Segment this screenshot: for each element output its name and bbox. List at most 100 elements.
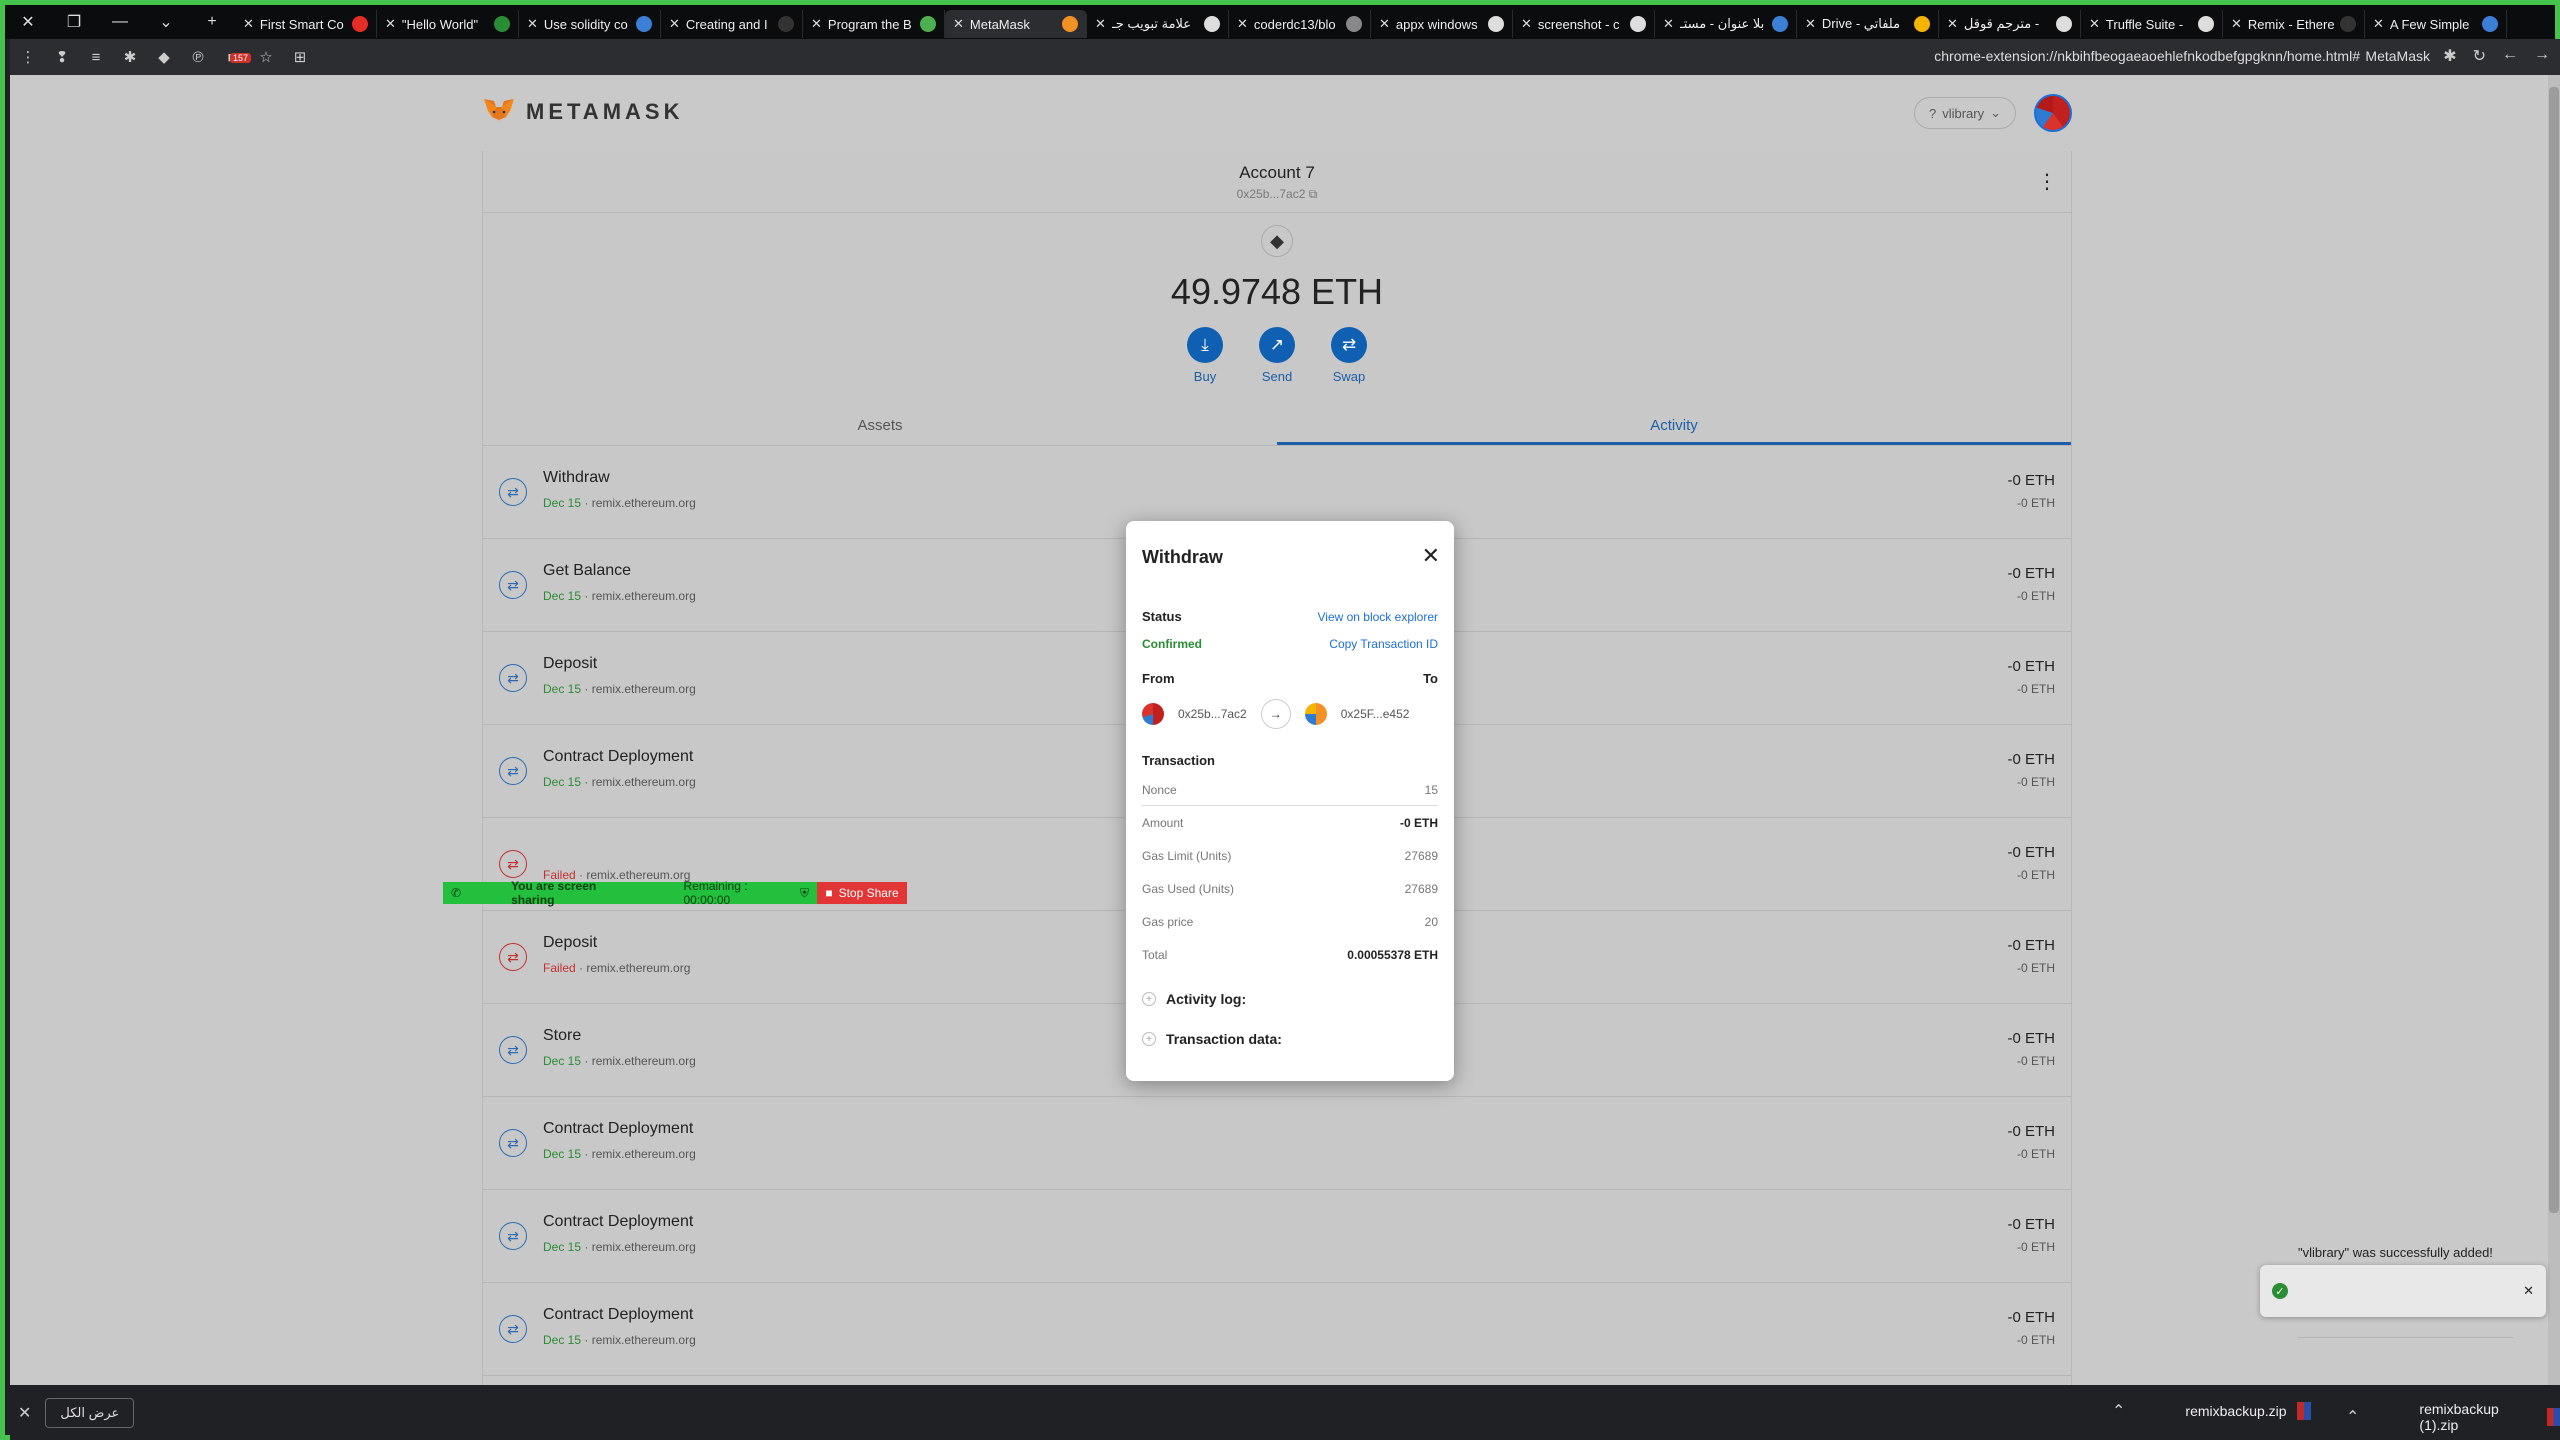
close-icon[interactable]: ✕ [18,1403,31,1423]
stop-share-button[interactable]: ■ Stop Share [817,882,907,904]
swap-icon: ⇄ [499,571,527,599]
bookmark-star-icon[interactable]: ☆ [256,47,276,67]
account-name[interactable]: Account 7 [483,151,2071,183]
screen-share-bar: ✆ You are screen sharing Remaining : 00:… [443,879,907,907]
transaction-data-toggle[interactable]: + Transaction data: [1142,1031,1282,1047]
send-button[interactable]: ↗ Send [1259,327,1295,384]
browser-tab[interactable]: ✕ MetaMask [945,10,1087,38]
tx-title: Deposit [543,934,598,951]
view-on-explorer-link[interactable]: View on block explorer [1317,610,1438,624]
browser-tab[interactable]: ✕ screenshot - c [1513,10,1655,38]
account-options-icon[interactable]: ⋮ [2037,169,2057,194]
activity-log-toggle[interactable]: + Activity log: [1142,991,1246,1007]
amount-value: -0 ETH [1399,816,1438,830]
close-tab-icon[interactable]: ✕ [2373,16,2384,32]
from-address[interactable]: 0x25b...7ac2 [1178,707,1247,721]
favicon-icon [1204,16,1220,32]
tab-activity[interactable]: Activity [1277,406,2071,445]
forward-icon[interactable]: → [2534,46,2550,66]
buy-button[interactable]: ⤓ Buy [1187,327,1223,384]
close-icon[interactable]: ✕ [1422,543,1440,569]
account-address[interactable]: 0x25b...7ac2 ⧉ [483,187,2071,202]
browser-tab[interactable]: ✕ Truffle Suite - [2081,10,2223,38]
swap-button[interactable]: ⇄ Swap [1331,327,1367,384]
close-tab-icon[interactable]: ✕ [953,16,964,32]
chevron-up-icon[interactable]: ⌃ [2346,1407,2359,1427]
copy-icon[interactable]: ⧉ [1309,187,1318,201]
network-selector[interactable]: ? vlibrary ⌄ [1914,97,2016,129]
browser-tab[interactable]: ✕ Drive - ملفاتي [1797,10,1939,38]
list-item[interactable]: ⇄ Contract Deployment Dec 15 · remix.ether… [483,1097,2071,1190]
scroll-thumb[interactable] [2549,87,2559,1213]
tx-title: Contract Deployment [543,1213,694,1230]
back-icon[interactable]: ← [2502,46,2518,66]
address-bar[interactable]: chrome-extension://nkbihfbeogaeaoehlefnk… [1934,48,2360,64]
swap-icon: ⇄ [499,664,527,692]
close-tab-icon[interactable]: ✕ [2231,16,2242,32]
tab-assets[interactable]: Assets [483,406,1277,445]
list-item[interactable]: ⇄ Contract Deployment Dec 15 · remix.ether… [483,1283,2071,1376]
close-tab-icon[interactable]: ✕ [2089,16,2100,32]
plus-icon: + [1142,992,1156,1006]
ethereum-icon: ◆ [1261,225,1293,257]
to-address[interactable]: 0x25F...e452 [1341,707,1410,721]
reading-list-icon[interactable]: ≡ [86,47,106,67]
close-tab-icon[interactable]: ✕ [1379,16,1390,32]
list-item[interactable]: ⇄ Contract Deployment Dec 15 · remix.ether… [483,1190,2071,1283]
browser-tab[interactable]: ✕ علامة تبويب جـ [1087,10,1229,38]
close-tab-icon[interactable]: ✕ [1521,16,1532,32]
chevron-up-icon[interactable]: ⌃ [2112,1401,2125,1421]
page-scrollbar[interactable] [2548,75,2560,1385]
download-item[interactable]: ⌃ remixbackup.zip [2112,1401,2311,1421]
close-tab-icon[interactable]: ✕ [385,16,396,32]
browser-tab[interactable]: ✕ بلا عنوان - مستـ [1655,10,1797,38]
close-tab-icon[interactable]: ✕ [811,16,822,32]
close-tab-icon[interactable]: ✕ [243,16,254,32]
gas-used-value: 27689 [1404,882,1438,896]
close-tab-icon[interactable]: ✕ [1095,16,1106,32]
restore-window-icon[interactable]: ❐ [51,5,97,39]
tx-subtitle: Dec 15 · remix.ethereum.org [543,682,696,696]
close-icon[interactable]: ✕ [2523,1283,2534,1299]
browser-tab[interactable]: ✕ Program the B [803,10,945,38]
tx-subtitle: Dec 15 · remix.ethereum.org [543,1054,696,1068]
close-tab-icon[interactable]: ✕ [669,16,680,32]
minimize-window-icon[interactable]: — [97,5,143,39]
puzzle-icon[interactable]: ✱ [2443,46,2456,66]
pinterest-icon[interactable]: ℗ [188,47,208,67]
tx-amount: -0 ETH [2007,472,2055,489]
browser-tab[interactable]: ✕ Creating and I [661,10,803,38]
tx-amount: -0 ETH [2007,751,2055,768]
reload-icon[interactable]: ↻ [2473,46,2486,66]
browser-tab[interactable]: ✕ مترجم قوقل - [1939,10,2081,38]
browser-tab[interactable]: ✕ appx windows [1371,10,1513,38]
show-all-button[interactable]: عرض الكل [45,1397,135,1428]
extension-badge-icon[interactable]: ■157 [222,47,252,67]
new-tab-icon[interactable]: + [189,5,235,39]
browser-tab[interactable]: ✕ Use solidity co [519,10,661,38]
close-tab-icon[interactable]: ✕ [1663,16,1674,32]
tab-search-icon[interactable]: ⌄ [143,5,189,39]
browser-tab[interactable]: ✕ coderdc13/blo [1229,10,1371,38]
swap-icon: ⇄ [499,1315,527,1343]
close-tab-icon[interactable]: ✕ [1805,16,1816,32]
extensions-icon[interactable]: ✱ [120,47,140,67]
metamask-logo[interactable]: METAMASK [482,97,683,127]
menu-icon[interactable]: ⋮ [18,47,38,67]
browser-tab[interactable]: ✕ First Smart Co [235,10,377,38]
browser-tab[interactable]: ✕ A Few Simple [2365,10,2507,38]
close-tab-icon[interactable]: ✕ [1237,16,1248,32]
download-item[interactable]: ⌃ remixbackup (1).zip [2346,1401,2560,1433]
info-icon[interactable]: ❢ [52,47,72,67]
close-window-icon[interactable]: ✕ [5,5,51,39]
copy-transaction-id-link[interactable]: Copy Transaction ID [1329,637,1438,651]
shield-icon[interactable]: ◆ [154,47,174,67]
account-avatar[interactable] [2034,94,2072,132]
close-tab-icon[interactable]: ✕ [527,16,538,32]
metamask-brand: METAMASK [526,99,684,124]
tx-amount-secondary: -0 ETH [2016,1240,2055,1254]
translate-icon[interactable]: ⊞ [290,47,310,67]
close-tab-icon[interactable]: ✕ [1947,16,1958,32]
browser-tab[interactable]: ✕ "Hello World" [377,10,519,38]
browser-tab[interactable]: ✕ Remix - Ethere [2223,10,2365,38]
